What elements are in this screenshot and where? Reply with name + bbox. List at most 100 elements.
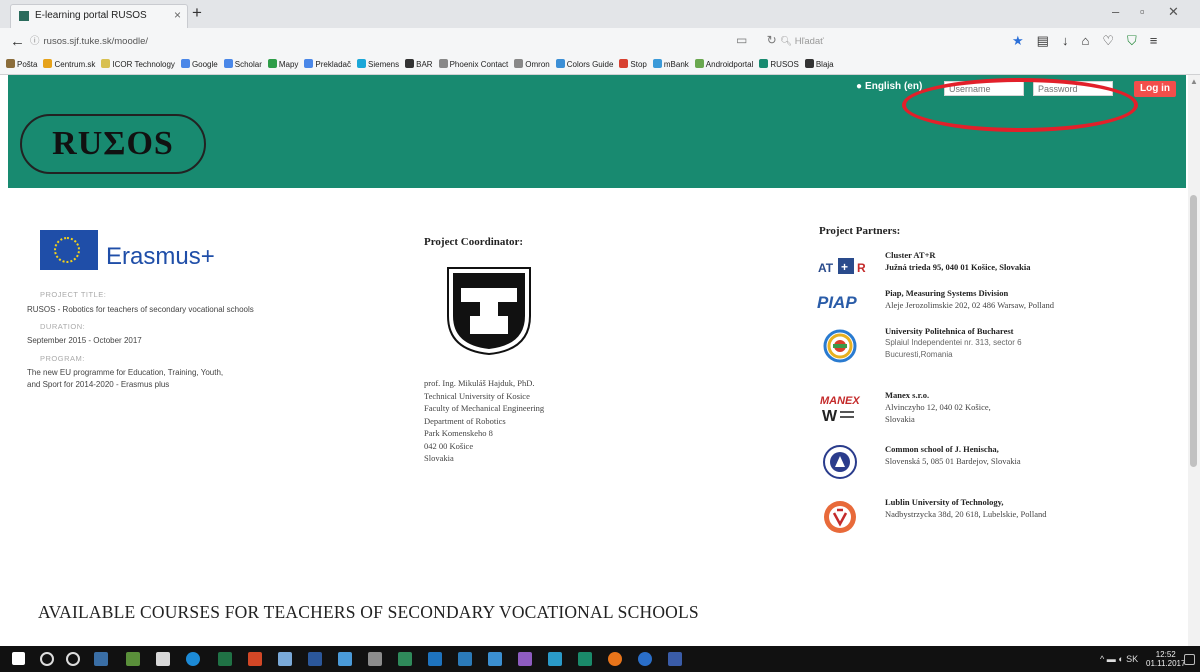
program-value-line-1: The new EU programme for Education, Trai… [27, 368, 224, 377]
new-tab-icon[interactable]: + [192, 3, 202, 23]
taskbar-clock[interactable]: 12:52 01.11.2017 [1146, 650, 1185, 668]
bookmark-item[interactable]: Centrum.sk [43, 56, 95, 74]
bookmark-item[interactable]: Blaja [804, 56, 834, 74]
app-icon-4[interactable] [368, 652, 382, 666]
powerpoint-icon[interactable] [248, 652, 262, 666]
window-close-icon[interactable]: ✕ [1168, 4, 1179, 20]
calculator-icon[interactable] [156, 652, 170, 666]
excel-icon[interactable] [218, 652, 232, 666]
address-bar[interactable]: ⓘ rusos.sjf.tuke.sk/moodle/ [30, 32, 710, 52]
cortana-icon[interactable] [66, 652, 80, 666]
bookmark-item[interactable]: RUSOS [759, 56, 799, 74]
library-icon[interactable]: ▤ [1037, 33, 1062, 48]
bookmark-item[interactable]: Androidportal [694, 56, 753, 74]
system-tray[interactable]: ^ ▬ ◐ SK [1100, 654, 1138, 664]
bookmark-icon [357, 59, 366, 68]
erasmus-plus-logo: Erasmus+ [106, 243, 215, 270]
app-icon-12[interactable] [668, 652, 682, 666]
svg-text:MANEX: MANEX [820, 395, 860, 407]
svg-text:+: + [841, 260, 848, 274]
home-icon[interactable]: ⌂ [1081, 33, 1102, 48]
bookmark-item[interactable]: BAR [405, 56, 433, 74]
scrollbar-thumb[interactable] [1190, 195, 1197, 467]
bookmark-icon [6, 59, 15, 68]
bookmark-item[interactable]: Omron [514, 56, 550, 74]
skype-icon[interactable] [186, 652, 200, 666]
language-menu[interactable]: ● English (en) [856, 81, 922, 92]
partner-city: Slovakia [885, 414, 915, 424]
bookmark-item[interactable]: Phoenix Contact [438, 56, 509, 74]
available-courses-heading: AVAILABLE COURSES FOR TEACHERS OF SECOND… [38, 602, 699, 622]
reload-icon[interactable]: ▭ ↻ [736, 33, 785, 47]
bookmark-icon [652, 59, 662, 68]
app-icon-1[interactable] [126, 652, 140, 666]
firefox-icon[interactable] [608, 652, 622, 666]
bookmark-label: Colors Guide [566, 60, 614, 69]
svg-text:R: R [857, 261, 866, 275]
bookmark-item[interactable]: Siemens [357, 56, 399, 74]
app-icon-7[interactable] [458, 652, 472, 666]
browser-nav-bar: ← ⓘ rusos.sjf.tuke.sk/moodle/ ▭ ↻ 🔍︎ Hľad… [0, 28, 1200, 57]
page-scrollbar[interactable]: ▲ [1188, 75, 1200, 646]
bookmark-icon [514, 59, 524, 68]
bookmark-item[interactable]: ICOR Technology [101, 56, 175, 74]
bookmark-label: Prekladač [315, 60, 351, 69]
bookmark-label: ICOR Technology [112, 60, 175, 69]
partner-city: Bucuresti,Romania [885, 350, 953, 359]
close-tab-icon[interactable]: × [174, 8, 181, 22]
app-icon-8[interactable] [488, 652, 502, 666]
download-icon[interactable]: ↓ [1062, 33, 1082, 48]
partner-address: Slovenská 5, 085 01 Bardejov, Slovakia [885, 456, 1021, 466]
browser-tab[interactable]: E-learning portal RUSOS × [10, 4, 188, 28]
bookmark-item[interactable]: Google [180, 56, 218, 74]
project-title-label: PROJECT TITLE: [40, 290, 107, 299]
notifications-icon[interactable] [1184, 654, 1195, 665]
bookmark-item[interactable]: Mapy [267, 56, 298, 74]
bookmark-item[interactable]: Scholar [223, 56, 262, 74]
rusos-logo[interactable]: RUΣOS [20, 114, 206, 174]
browser-tab-bar: E-learning portal RUSOS × + – ▫ ✕ [0, 0, 1200, 28]
windows-start-icon[interactable] [12, 652, 25, 665]
bookmark-icon [619, 59, 629, 68]
bookmark-star-icon[interactable]: ★ [1012, 33, 1037, 48]
coordinator-address-line: Slovakia [424, 453, 454, 463]
partner-name: Manex s.r.o. [885, 390, 930, 400]
red-annotation-ellipse [902, 78, 1138, 132]
login-button[interactable]: Log in [1134, 81, 1176, 97]
app-icon-2[interactable] [278, 652, 292, 666]
bookmark-label: Centrum.sk [54, 60, 96, 69]
extension-icon[interactable]: ⛉ [1127, 33, 1150, 48]
minimize-icon[interactable]: – [1112, 4, 1119, 19]
app-icon-9[interactable] [518, 652, 532, 666]
partners-heading: Project Partners: [819, 225, 901, 237]
menu-icon[interactable]: ≡ [1150, 33, 1171, 48]
site-info-icon[interactable]: ⓘ [30, 36, 40, 47]
globe-icon: ● [856, 81, 863, 92]
bookmark-item[interactable]: Pošta [6, 56, 37, 74]
app-icon-3[interactable] [338, 652, 352, 666]
bookmark-item[interactable]: Colors Guide [555, 56, 614, 74]
browser-icon[interactable] [638, 652, 652, 666]
partner-address: Alvinczyho 12, 040 02 Košice, [885, 402, 991, 412]
search-box[interactable]: 🔍︎ Hľadať [780, 32, 950, 52]
bookmark-label: Google [191, 60, 218, 69]
bookmark-icon [101, 59, 111, 68]
coordinator-address-line: prof. Ing. Mikuláš Hajduk, PhD. [424, 378, 535, 388]
back-arrow-icon[interactable]: ← [10, 33, 25, 50]
search-taskbar-icon[interactable] [40, 652, 54, 666]
maximize-icon[interactable]: ▫ [1140, 4, 1145, 19]
app-icon-6[interactable] [428, 652, 442, 666]
app-icon-10[interactable] [548, 652, 562, 666]
bookmark-item[interactable]: mBank [652, 56, 689, 74]
app-icon-5[interactable] [398, 652, 412, 666]
scroll-up-icon[interactable]: ▲ [1190, 77, 1198, 86]
eu-stars-icon [54, 237, 80, 263]
app-icon-11[interactable] [578, 652, 592, 666]
outlook-icon[interactable] [308, 652, 322, 666]
task-view-icon[interactable] [94, 652, 108, 666]
bookmark-label: Phoenix Contact [449, 60, 509, 69]
pocket-icon[interactable]: ♡ [1102, 33, 1127, 48]
bookmark-item[interactable]: Prekladač [304, 56, 351, 74]
bookmark-icon [267, 59, 277, 68]
bookmark-item[interactable]: Stop [619, 56, 647, 74]
